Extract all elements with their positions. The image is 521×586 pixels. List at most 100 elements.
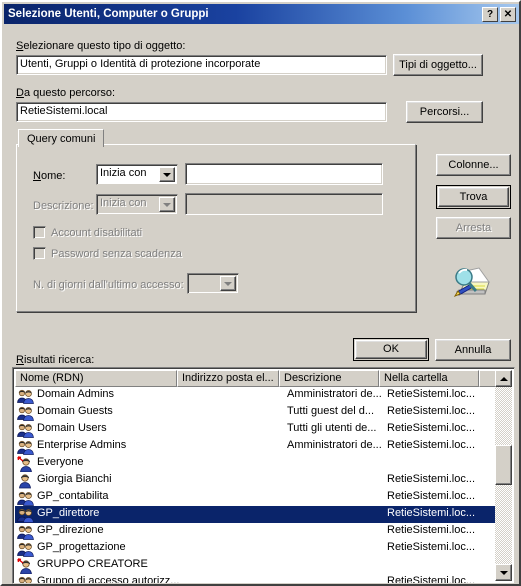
group-icon	[17, 575, 35, 583]
group-icon	[17, 490, 35, 506]
non-expiring-password-label: Password senza scadenza	[51, 248, 182, 260]
search-results-list[interactable]: Nome (RDN) Indirizzo posta el... Descrizio…	[12, 367, 515, 584]
column-header-descrizione[interactable]: Descrizione	[279, 370, 379, 387]
select-users-computers-groups-dialog: Selezione Utenti, Computer o Gruppi ? ✕ …	[0, 0, 521, 586]
description-label-text: Descrizione:	[33, 200, 94, 212]
scroll-down-button[interactable]	[495, 564, 512, 581]
builtin-security-principal-icon	[17, 456, 35, 473]
cell-folder: RetieSistemi.loc...	[387, 541, 476, 553]
column-header-nome-rdn[interactable]: Nome (RDN)	[15, 370, 177, 387]
days-since-logon-combo	[187, 273, 239, 294]
find-button-label: Trova	[459, 190, 488, 203]
table-row[interactable]: GP_progettazione RetieSistemi.loc...	[15, 540, 501, 557]
location-label: Da questo percorso:	[16, 87, 116, 99]
title-bar[interactable]: Selezione Utenti, Computer o Gruppi ? ✕	[4, 4, 519, 24]
locations-button-label: Percorsi...	[419, 105, 470, 118]
cell-name: GP_direzione	[37, 524, 104, 536]
find-magnifier-notepad-icon	[447, 260, 491, 302]
cell-name: Domain Admins	[37, 388, 115, 400]
table-row[interactable]: GP_direttore RetieSistemi.loc...	[15, 506, 501, 523]
description-condition-combo: Inizia con	[96, 194, 178, 215]
ok-button-inner: OK	[355, 340, 427, 359]
cell-folder: RetieSistemi.loc...	[387, 575, 476, 583]
name-condition-value: Inizia con	[100, 167, 147, 179]
cell-folder: RetieSistemi.loc...	[387, 405, 476, 417]
table-row[interactable]: Domain Admins Amministratori de... RetieSi…	[15, 387, 501, 404]
cell-folder: RetieSistemi.loc...	[387, 439, 476, 451]
group-icon	[17, 524, 35, 540]
table-row[interactable]: Enterprise Admins Amministratori de... Ret…	[15, 438, 501, 455]
cell-name: GP_direttore	[37, 507, 100, 519]
cell-folder: RetieSistemi.loc...	[387, 490, 476, 502]
title-bar-buttons: ? ✕	[482, 6, 516, 22]
cell-folder: RetieSistemi.loc...	[387, 507, 476, 519]
group-icon	[17, 541, 35, 557]
builtin-security-principal-icon	[17, 558, 35, 575]
location-label-text: a questo percorso:	[23, 87, 116, 99]
scrollbar-thumb[interactable]	[495, 445, 512, 485]
cell-name: GP_contabilita	[37, 490, 109, 502]
name-condition-combo[interactable]: Inizia con	[96, 164, 178, 185]
table-row[interactable]: Domain Users Tutti gli utenti de... RetieS…	[15, 421, 501, 438]
cell-description: Amministratori de...	[287, 439, 382, 451]
help-button[interactable]: ?	[482, 6, 498, 22]
user-icon	[17, 473, 35, 489]
table-row[interactable]: GP_direzione RetieSistemi.loc...	[15, 523, 501, 540]
search-results-label: Risultati ricerca:	[16, 354, 95, 366]
scroll-up-button[interactable]	[495, 370, 512, 387]
cell-description: Tutti gli utenti de...	[287, 422, 377, 434]
table-row[interactable]: Domain Guests Tutti guest del d... RetieSi…	[15, 404, 501, 421]
name-label: Nome:	[33, 170, 66, 182]
table-row[interactable]: Everyone	[15, 455, 501, 473]
cancel-button-label: Annulla	[454, 343, 492, 356]
chevron-down-icon	[159, 197, 175, 212]
cell-name: Domain Guests	[37, 405, 113, 417]
columns-button[interactable]: Colonne...	[436, 154, 511, 176]
ok-button[interactable]: OK	[353, 338, 429, 361]
table-row[interactable]: GRUPPO CREATORE	[15, 557, 501, 575]
tab-common-queries[interactable]: Query comuni	[18, 129, 105, 147]
tab-common-queries-label: Query comuni	[27, 133, 96, 145]
group-icon	[17, 405, 35, 421]
close-button[interactable]: ✕	[500, 6, 516, 22]
description-condition-value: Inizia con	[100, 197, 147, 209]
table-row[interactable]: Gruppo di accesso autorizz... RetieSistem…	[15, 574, 501, 583]
cell-name: Domain Users	[37, 422, 107, 434]
find-button[interactable]: Trova	[436, 185, 511, 209]
chevron-down-icon[interactable]	[159, 167, 175, 182]
cancel-button[interactable]: Annulla	[435, 339, 511, 361]
search-results-label-text: isultati ricerca:	[23, 354, 95, 366]
cell-description: Amministratori de...	[287, 388, 382, 400]
table-row[interactable]: GP_contabilita RetieSistemi.loc...	[15, 489, 501, 506]
cell-name: Enterprise Admins	[37, 439, 127, 451]
cell-folder: RetieSistemi.loc...	[387, 422, 476, 434]
disabled-accounts-checkbox	[33, 226, 46, 239]
name-label-text: ome:	[40, 170, 66, 182]
days-since-logon-label-text: N. di giorni dall'ultimo accesso:	[33, 279, 184, 291]
table-row[interactable]: Giorgia Bianchi RetieSistemi.loc...	[15, 472, 501, 489]
window-title: Selezione Utenti, Computer o Gruppi	[8, 8, 209, 20]
ok-button-label: OK	[383, 343, 399, 355]
object-type-field[interactable]: Utenti, Gruppi o Identità di protezione …	[16, 55, 387, 75]
disabled-accounts-label-text: Account disabilitati	[51, 227, 143, 239]
object-types-button[interactable]: Tipi di oggetto...	[393, 54, 483, 76]
vertical-scrollbar[interactable]	[495, 370, 512, 581]
object-types-button-label: Tipi di oggetto...	[399, 58, 477, 71]
non-expiring-password-checkbox	[33, 247, 46, 260]
locations-button[interactable]: Percorsi...	[406, 101, 483, 123]
columns-button-label: Colonne...	[448, 158, 499, 171]
location-field[interactable]: RetieSistemi.local	[16, 102, 387, 122]
name-input[interactable]	[185, 163, 383, 185]
cell-folder: RetieSistemi.loc...	[387, 473, 476, 485]
object-type-label: Selezionare questo tipo di oggetto:	[16, 40, 186, 52]
list-column-headers: Nome (RDN) Indirizzo posta el... Descrizio…	[15, 370, 514, 387]
column-header-nella-cartella[interactable]: Nella cartella	[379, 370, 479, 387]
stop-button: Arresta	[436, 217, 511, 239]
column-header-indirizzo-posta-el[interactable]: Indirizzo posta el...	[177, 370, 279, 387]
disabled-accounts-label: Account disabilitati	[51, 227, 142, 239]
cell-name: Everyone	[37, 456, 84, 468]
object-type-label-text: elezionare questo tipo di oggetto:	[23, 40, 186, 52]
group-icon	[17, 507, 35, 523]
list-rows[interactable]: Domain Admins Amministratori de... RetieSi…	[15, 387, 501, 583]
object-type-value: Utenti, Gruppi o Identità di protezione …	[20, 58, 261, 70]
